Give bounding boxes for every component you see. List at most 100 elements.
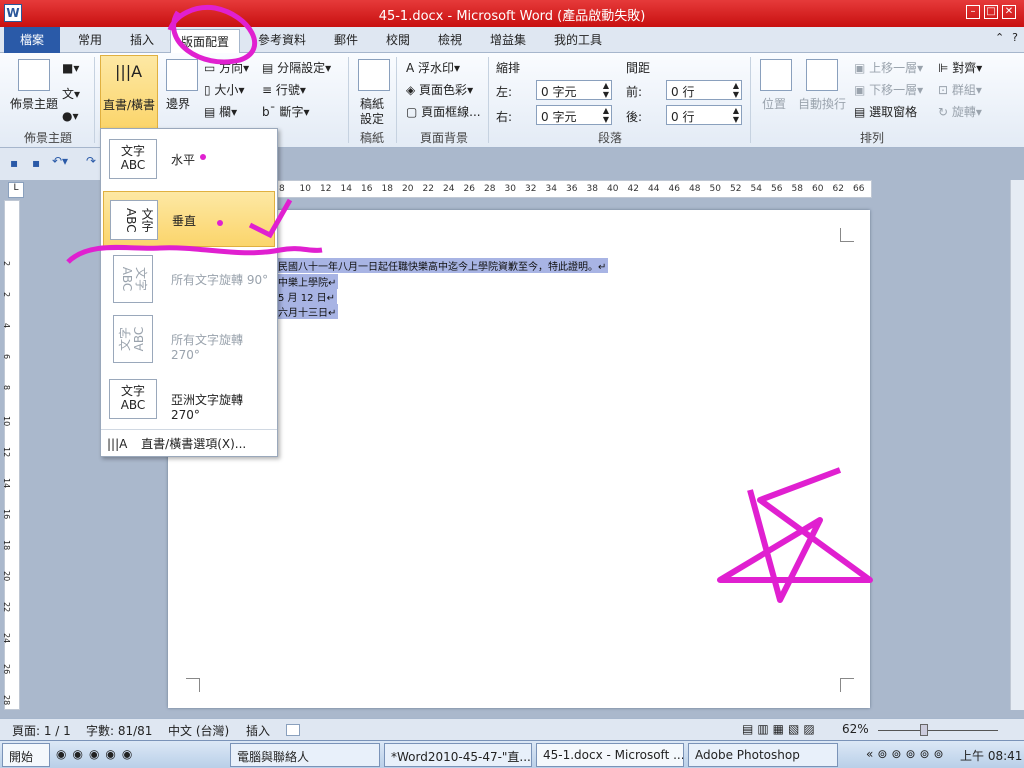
selection-pane-button[interactable]: ▤ 選取窗格 [854,103,917,120]
doc-line-4[interactable]: 六月十三日↵ [276,304,339,319]
text-direction-button[interactable]: |||A 直書/橫書 [100,55,158,129]
taskbar: 開始 ◉◉◉◉◉ 電腦與聯絡人 *Word2010-45-47-"直... 45… [0,740,1024,768]
watermark-button[interactable]: A 浮水印▾ [406,59,460,76]
menu-item-asian-rotate-270[interactable]: 文字 ABC 亞洲文字旋轉 270° [103,371,275,427]
ruler-tick-label: 54 [750,184,762,194]
tab-view[interactable]: 檢視 [438,31,462,48]
tray-icons[interactable]: «⊚⊚⊚⊚⊚ [866,747,948,761]
size-button[interactable]: ▯ 大小▾ [204,81,244,98]
ruler-tick-label: 4 [2,323,11,329]
task-word-doc-1[interactable]: *Word2010-45-47-"直... [384,743,532,767]
text-direction-options-item[interactable]: |||A 直書/橫書選項(X)... [107,435,246,452]
menu-item-rotate-90: 文字 ABC 所有文字旋轉 90° [103,251,275,307]
zoom-level[interactable]: 62% [842,722,869,736]
zoom-slider-thumb[interactable] [920,724,928,736]
ruler-tick-label: 58 [791,184,803,194]
text-direction-label: 直書/橫書 [103,98,156,112]
language[interactable]: 中文 (台灣) [168,722,229,739]
ruler-tick-label: 28 [2,695,11,706]
maximize-button[interactable]: □ [984,5,998,19]
tab-file[interactable]: 檔案 [4,27,60,53]
spacing-before-input[interactable]: 0 行 ▲ ▼ [666,80,742,100]
redo-icon[interactable]: ↷ [86,154,96,168]
word-count[interactable]: 字數: 81/81 [86,722,152,739]
columns-button[interactable]: ▤ 欄▾ [204,103,237,120]
ruler-tick-label: 32 [525,184,537,194]
help-icon[interactable]: ? [1012,31,1018,44]
margins-button[interactable]: 邊界 [166,95,190,112]
task-photoshop[interactable]: Adobe Photoshop [688,743,838,767]
orientation-button[interactable]: ▭ 方向▾ [204,59,249,76]
themes-icon [18,59,50,91]
bring-forward-button[interactable]: ▣ 上移一層▾ [854,59,923,76]
breaks-button[interactable]: ▤ 分隔設定▾ [262,59,331,76]
close-button[interactable]: ✕ [1002,5,1016,19]
undo-icon[interactable]: ↶▾ [52,154,68,168]
ruler-tick-label: 62 [832,184,844,194]
theme-colors-icon[interactable]: ■▾ [62,61,79,75]
manuscript-icon [358,59,390,91]
indent-left-input[interactable]: 0 字元 ▲ ▼ [536,80,612,100]
group-button[interactable]: ⊡ 群組▾ [938,81,982,98]
spacing-title: 間距 [626,61,651,75]
tab-stop-selector[interactable]: L [8,182,24,198]
vertical-scrollbar[interactable] [1010,180,1024,710]
page-borders-button[interactable]: ▢ 頁面框線... [406,103,481,120]
page-count[interactable]: 頁面: 1 / 1 [12,722,71,739]
menu-item-vertical[interactable]: 文字ABC 垂直 [103,191,275,247]
ruler-tick-label: 20 [402,184,414,194]
save-icon[interactable]: ▪ [10,156,18,170]
doc-line-2[interactable]: 中樂上學院↵ [276,274,339,289]
vertical-ruler[interactable]: 224681012141618202224262830 [2,200,20,736]
doc-line-3[interactable]: 5 月 12 日↵ [276,289,338,304]
rotate-270-icon: 文字 ABC [113,315,153,363]
wrap-text-button[interactable]: 自動換行 [798,95,846,112]
start-button[interactable]: 開始 [2,743,50,767]
menu-item-horizontal[interactable]: 文字 ABC 水平 [103,131,275,187]
rotate-90-icon: 文字 ABC [113,255,153,303]
align-button[interactable]: ⊫ 對齊▾ [938,59,982,76]
ruler-tick-label: 46 [668,184,680,194]
themes-button[interactable]: 佈景主題 [10,95,58,112]
quick-launch-icons[interactable]: ◉◉◉◉◉ [56,747,138,761]
line-numbers-button[interactable]: ≡ 行號▾ [262,81,306,98]
horizontal-ruler[interactable]: 8 10 12 14 16 18 20 22 24 26 28 30 32 34 36 38 40 42 44 46 4… [260,180,872,198]
tab-page-layout[interactable]: 版面配置 [170,29,241,54]
tab-home[interactable]: 常用 [78,31,102,48]
ruler-tick-label: 18 [2,540,11,551]
margins-icon [166,59,198,91]
save-as-icon[interactable]: ▪ [32,156,40,170]
spacing-after-input[interactable]: 0 行 ▲ ▼ [666,105,742,125]
macro-icon[interactable] [286,724,300,736]
doc-line-1[interactable]: 民國八十一年八月一日起任職快樂高中迄今上學院資歉至今，特此證明。↵ [276,258,609,273]
page-color-button[interactable]: ◈ 頁面色彩▾ [406,81,473,98]
indent-right-input[interactable]: 0 字元 ▲ ▼ [536,105,612,125]
task-word-doc-2[interactable]: 45-1.docx - Microsoft ... [536,743,684,767]
tab-mailings[interactable]: 郵件 [334,31,358,48]
view-buttons[interactable]: ▤▥▦▧▨ [742,722,819,736]
manuscript-label-2[interactable]: 設定 [360,110,384,127]
tab-review[interactable]: 校閱 [386,31,410,48]
text-direction-options-label: 直書/橫書選項(X)... [141,437,247,451]
rotate-button[interactable]: ↻ 旋轉▾ [938,103,982,120]
status-bar: 頁面: 1 / 1 字數: 81/81 中文 (台灣) 插入 ▤▥▦▧▨ 62% [0,718,1024,740]
theme-fonts-icon[interactable]: 文▾ [62,85,80,102]
minimize-button[interactable]: – [966,5,980,19]
collapse-ribbon-icon[interactable]: ⌃ [995,31,1004,44]
task-contacts[interactable]: 電腦與聯絡人 [230,743,380,767]
tab-insert[interactable]: 插入 [130,31,154,48]
text-direction-menu: 文字 ABC 水平 文字ABC 垂直 文字 ABC 所有文字旋轉 90° 文字 ABC… [100,128,278,457]
zoom-slider[interactable] [878,730,998,731]
send-backward-button[interactable]: ▣ 下移一層▾ [854,81,923,98]
ruler-tick-label: 66 [853,184,865,194]
insert-mode[interactable]: 插入 [246,722,270,739]
tab-my-tools[interactable]: 我的工具 [554,31,602,48]
tab-references[interactable]: 參考資料 [258,31,306,48]
position-button[interactable]: 位置 [762,95,786,112]
hyphenation-button[interactable]: b¯ 斷字▾ [262,103,309,120]
theme-effects-icon[interactable]: ●▾ [62,109,79,123]
ruler-tick-label: 10 [299,184,311,194]
text-direction-icon: |||A [115,62,143,81]
tab-addins[interactable]: 增益集 [490,31,526,48]
menu-label-rotate-90: 所有文字旋轉 90° [171,273,269,287]
